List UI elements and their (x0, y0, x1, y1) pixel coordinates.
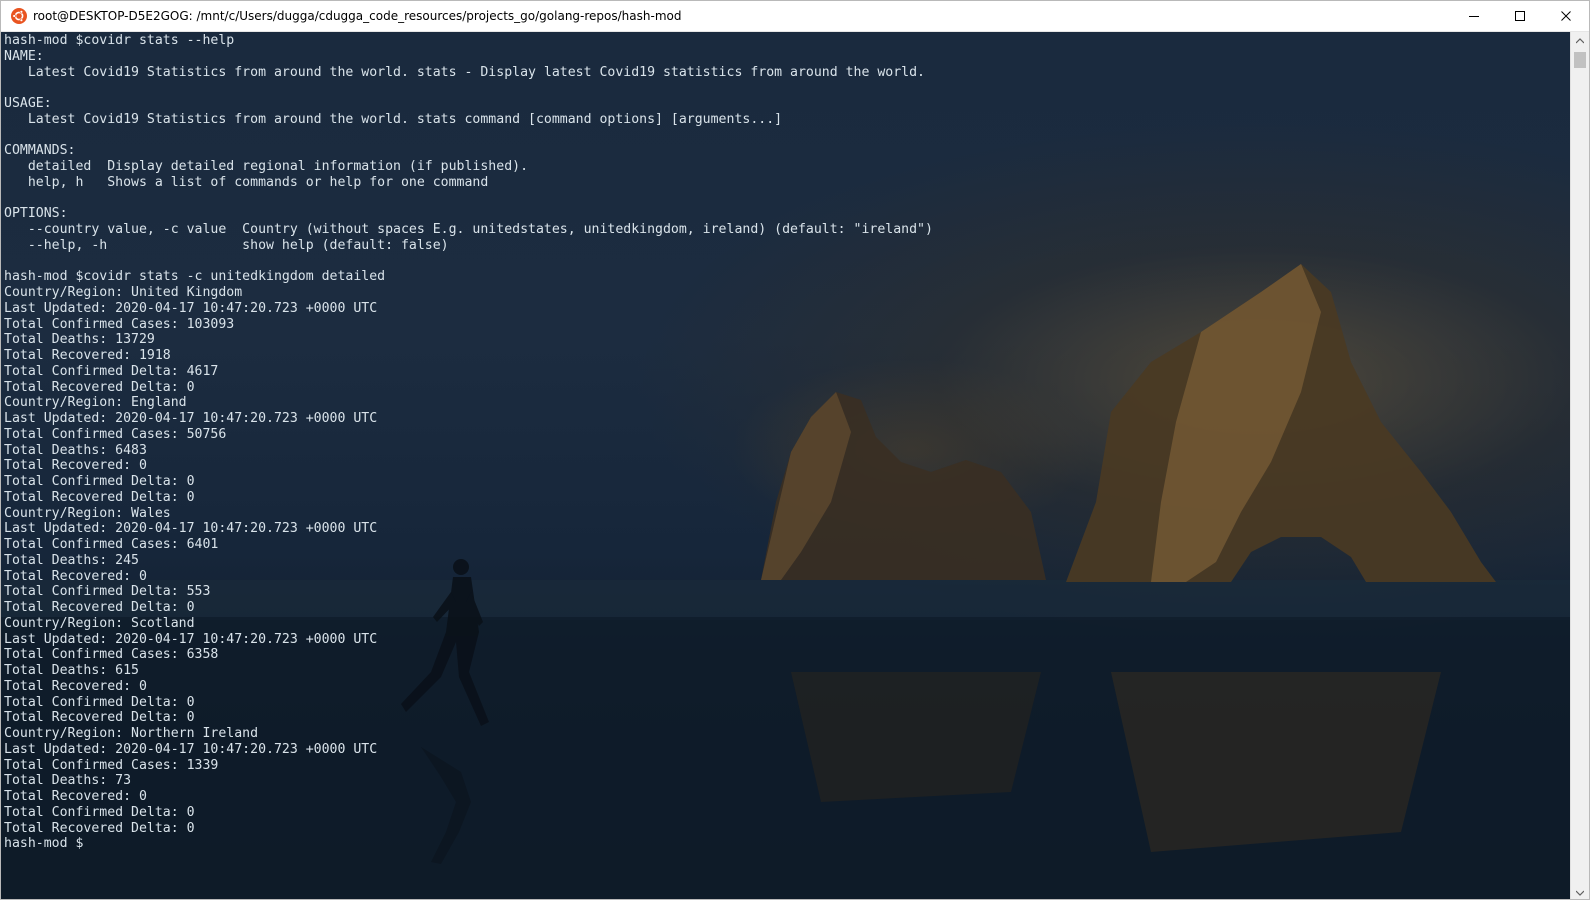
terminal-line: hash-mod $covidr stats --help (4, 33, 235, 48)
terminal-line: Country/Region: Wales (4, 505, 171, 521)
terminal-line: Last Updated: 2020-04-17 10:47:20.723 +0… (4, 521, 378, 537)
terminal-line: Latest Covid19 Statistics from around th… (4, 111, 783, 127)
terminal-line: Total Deaths: 73 (4, 773, 132, 789)
maximize-button[interactable] (1497, 1, 1543, 31)
terminal-line: Total Confirmed Delta: 0 (4, 804, 195, 820)
terminal-line: Total Confirmed Delta: 4617 (4, 363, 219, 379)
chevron-up-icon (1576, 37, 1584, 43)
terminal-line: Total Recovered Delta: 0 (4, 820, 195, 836)
terminal-line: COMMANDS: (4, 143, 76, 159)
terminal-line: OPTIONS: (4, 206, 68, 222)
terminal-line: Total Confirmed Cases: 50756 (4, 426, 227, 442)
terminal-line: Total Recovered Delta: 0 (4, 489, 195, 505)
terminal-line: Total Confirmed Cases: 103093 (4, 316, 235, 332)
terminal-line: Total Recovered Delta: 0 (4, 600, 195, 615)
window-title: root@DESKTOP-D5E2GOG: /mnt/c/Users/dugga… (33, 9, 682, 23)
terminal-line: Total Confirmed Delta: 0 (4, 474, 195, 489)
terminal-line: Latest Covid19 Statistics from around th… (4, 64, 925, 80)
terminal-line: Country/Region: Scotland (4, 615, 195, 631)
terminal-window: root@DESKTOP-D5E2GOG: /mnt/c/Users/dugga… (0, 0, 1590, 900)
terminal-line: Total Recovered: 0 (4, 678, 147, 694)
title-bar[interactable]: root@DESKTOP-D5E2GOG: /mnt/c/Users/dugga… (1, 1, 1589, 32)
terminal-line: NAME: (4, 48, 44, 64)
terminal-line: Last Updated: 2020-04-17 10:47:20.723 +0… (4, 300, 378, 316)
terminal-line: Country/Region: Northern Ireland (4, 726, 259, 741)
vertical-scrollbar[interactable] (1570, 32, 1589, 899)
terminal-line: Total Confirmed Delta: 553 (4, 584, 211, 600)
scroll-up-button[interactable] (1571, 32, 1589, 49)
close-button[interactable] (1543, 1, 1589, 31)
terminal-line: hash-mod $covidr stats -c unitedkingdom … (4, 269, 386, 285)
terminal-prompt[interactable]: hash-mod $ (4, 836, 933, 852)
terminal-line: Total Deaths: 6483 (4, 442, 147, 458)
maximize-icon (1515, 11, 1525, 21)
terminal-line: Total Deaths: 245 (4, 552, 139, 568)
terminal-line: detailed Display detailed regional infor… (4, 159, 529, 174)
terminal-line: Total Confirmed Delta: 0 (4, 694, 195, 710)
minimize-icon (1469, 16, 1479, 17)
close-icon (1561, 11, 1571, 21)
minimize-button[interactable] (1451, 1, 1497, 31)
terminal-line: help, h Shows a list of commands or help… (4, 174, 489, 190)
terminal-line: Total Recovered: 0 (4, 458, 147, 474)
terminal-line: --country value, -c value Country (witho… (4, 222, 933, 237)
terminal-line: Total Recovered: 0 (4, 568, 147, 584)
terminal-line: Last Updated: 2020-04-17 10:47:20.723 +0… (4, 411, 378, 426)
caption-buttons (1451, 1, 1589, 31)
terminal-line: Total Deaths: 13729 (4, 332, 155, 348)
terminal-line: Total Recovered: 0 (4, 789, 147, 804)
terminal-line: Total Confirmed Cases: 1339 (4, 757, 219, 773)
terminal-line: Country/Region: England (4, 395, 187, 411)
terminal-line: Country/Region: United Kingdom (4, 285, 243, 300)
terminal-line: Last Updated: 2020-04-17 10:47:20.723 +0… (4, 741, 378, 757)
terminal-line: Last Updated: 2020-04-17 10:47:20.723 +0… (4, 631, 378, 647)
terminal-output-area[interactable]: hash-mod $covidr stats --help NAME: Lates… (1, 32, 1572, 899)
scroll-down-button[interactable] (1571, 884, 1589, 899)
terminal-text: hash-mod $covidr stats --help NAME: Lates… (4, 33, 933, 852)
terminal-line: Total Confirmed Cases: 6358 (4, 647, 219, 663)
terminal-line: Total Recovered: 1918 (4, 348, 171, 363)
terminal-line: --help, -h show help (default: false) (4, 237, 449, 253)
terminal-line: Total Recovered Delta: 0 (4, 379, 195, 395)
terminal-line: Total Recovered Delta: 0 (4, 710, 195, 726)
scroll-thumb[interactable] (1574, 52, 1586, 68)
terminal-line: Total Deaths: 615 (4, 663, 139, 678)
terminal-line: Total Confirmed Cases: 6401 (4, 537, 219, 552)
chevron-down-icon (1576, 890, 1584, 896)
ubuntu-icon (11, 8, 27, 24)
terminal-line: USAGE: (4, 96, 52, 111)
